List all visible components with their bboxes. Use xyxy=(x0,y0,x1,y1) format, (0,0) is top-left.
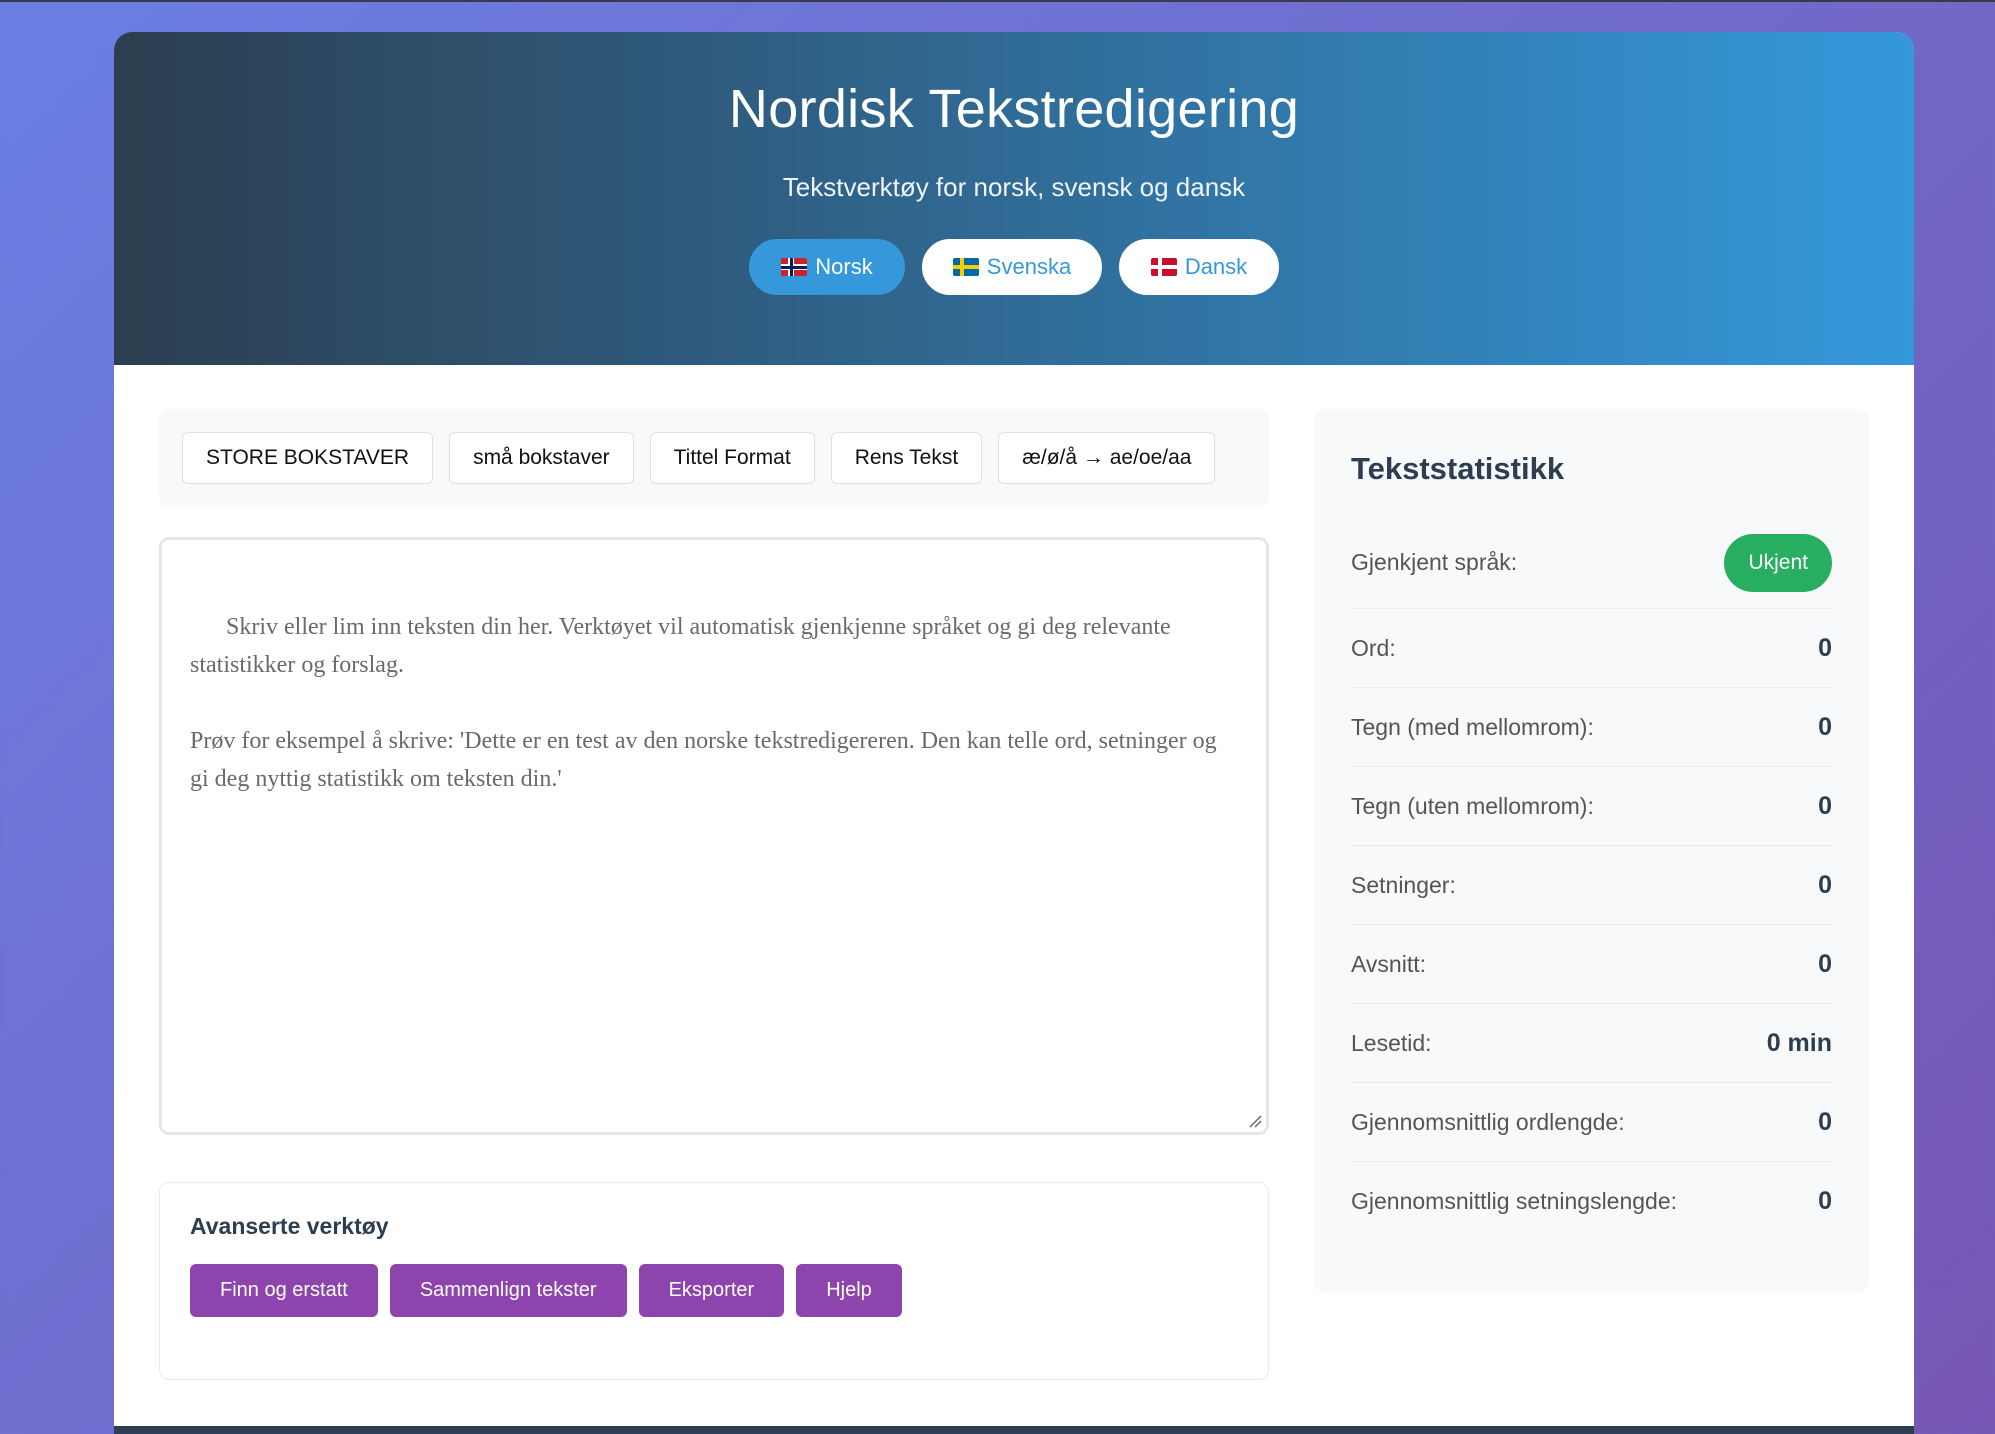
window-top-border xyxy=(0,0,1995,2)
advanced-tools-title: Avanserte verktøy xyxy=(190,1213,389,1239)
language-label: Dansk xyxy=(1184,254,1248,279)
stat-row-sentences: Setninger: 0 xyxy=(1351,846,1832,925)
stat-value: 0 min xyxy=(1766,1028,1832,1057)
page-subtitle: Tekstverktøy for norsk, svensk og dansk xyxy=(782,172,1246,202)
text-editor[interactable]: Skriv eller lim inn teksten din her. Ver… xyxy=(159,537,1269,1135)
stat-row-chars-without-spaces: Tegn (uten mellomrom): 0 xyxy=(1351,767,1832,846)
lowercase-button[interactable]: små bokstaver xyxy=(449,432,634,484)
stat-label: Gjenkjent språk: xyxy=(1351,549,1518,575)
stat-label: Avsnitt: xyxy=(1351,950,1426,977)
stat-label: Lesetid: xyxy=(1351,1029,1432,1056)
norway-flag-icon xyxy=(781,258,808,276)
statistics-title: Tekststatistikk xyxy=(1351,451,1565,486)
stat-row-paragraphs: Avsnitt: 0 xyxy=(1351,925,1832,1004)
footer xyxy=(114,1426,1914,1434)
language-label: Norsk xyxy=(815,254,873,279)
stat-label: Gjennomsnittlig setningslengde: xyxy=(1351,1188,1678,1214)
advanced-tools-buttons: Finn og erstatt Sammenlign tekster Ekspo… xyxy=(190,1264,1238,1317)
editor-column: STORE BOKSTAVER små bokstaver Tittel For… xyxy=(159,409,1269,1380)
language-button-dansk[interactable]: Dansk xyxy=(1119,239,1279,295)
page-title: Nordisk Tekstredigering xyxy=(728,79,1300,139)
stat-value: 0 xyxy=(1818,1187,1832,1215)
stat-row-language: Gjenkjent språk: Ukjent xyxy=(1351,517,1832,609)
title-case-button[interactable]: Tittel Format xyxy=(649,432,815,484)
stat-row-chars-with-spaces: Tegn (med mellomrom): 0 xyxy=(1351,688,1832,767)
stat-label: Gjennomsnittlig ordlengde: xyxy=(1351,1108,1625,1135)
find-replace-button[interactable]: Finn og erstatt xyxy=(190,1264,378,1317)
language-button-norsk[interactable]: Norsk xyxy=(749,239,905,295)
clean-text-button[interactable]: Rens Tekst xyxy=(830,432,983,484)
advanced-tools-panel: Avanserte verktøy Finn og erstatt Sammen… xyxy=(159,1182,1269,1380)
app-header: Nordisk Tekstredigering Tekstverktøy for… xyxy=(114,32,1914,365)
stat-value: 0 xyxy=(1818,870,1832,899)
stat-value: 0 xyxy=(1818,791,1832,820)
statistics-panel: Tekststatistikk Gjenkjent språk: Ukjent … xyxy=(1314,409,1869,1293)
stat-value: 0 xyxy=(1818,1107,1832,1136)
compare-texts-button[interactable]: Sammenlign tekster xyxy=(389,1264,627,1317)
uppercase-button[interactable]: STORE BOKSTAVER xyxy=(182,432,434,484)
stat-row-words: Ord: 0 xyxy=(1351,609,1832,688)
resize-handle-icon[interactable] xyxy=(1248,1114,1262,1128)
stat-value: 0 xyxy=(1818,633,1832,662)
language-selector: Norsk Svenska Dansk xyxy=(114,239,1914,295)
sweden-flag-icon xyxy=(952,258,979,276)
stat-value: 0 xyxy=(1818,949,1832,978)
stat-row-avg-sentence-length: Gjennomsnittlig setningslengde: 0 xyxy=(1351,1162,1832,1241)
stat-row-avg-word-length: Gjennomsnittlig ordlengde: 0 xyxy=(1351,1083,1832,1162)
stat-label: Setninger: xyxy=(1351,871,1456,898)
language-badge: Ukjent xyxy=(1724,533,1832,592)
stat-value: 0 xyxy=(1818,712,1832,741)
editor-placeholder: Skriv eller lim inn teksten din her. Ver… xyxy=(190,614,1217,792)
stat-row-reading-time: Lesetid: 0 min xyxy=(1351,1004,1832,1083)
stat-label: Tegn (med mellomrom): xyxy=(1351,713,1594,740)
transliterate-button[interactable]: æ/ø/å → ae/oe/aa xyxy=(998,432,1216,484)
stat-label: Ord: xyxy=(1351,634,1396,661)
language-button-svenska[interactable]: Svenska xyxy=(922,239,1102,295)
help-button[interactable]: Hjelp xyxy=(796,1264,902,1317)
language-label: Svenska xyxy=(986,254,1072,279)
stat-label: Tegn (uten mellomrom): xyxy=(1351,792,1594,819)
app-container: Nordisk Tekstredigering Tekstverktøy for… xyxy=(114,32,1914,1434)
text-toolbar: STORE BOKSTAVER små bokstaver Tittel For… xyxy=(159,409,1269,507)
denmark-flag-icon xyxy=(1150,258,1177,276)
export-button[interactable]: Eksporter xyxy=(638,1264,785,1317)
